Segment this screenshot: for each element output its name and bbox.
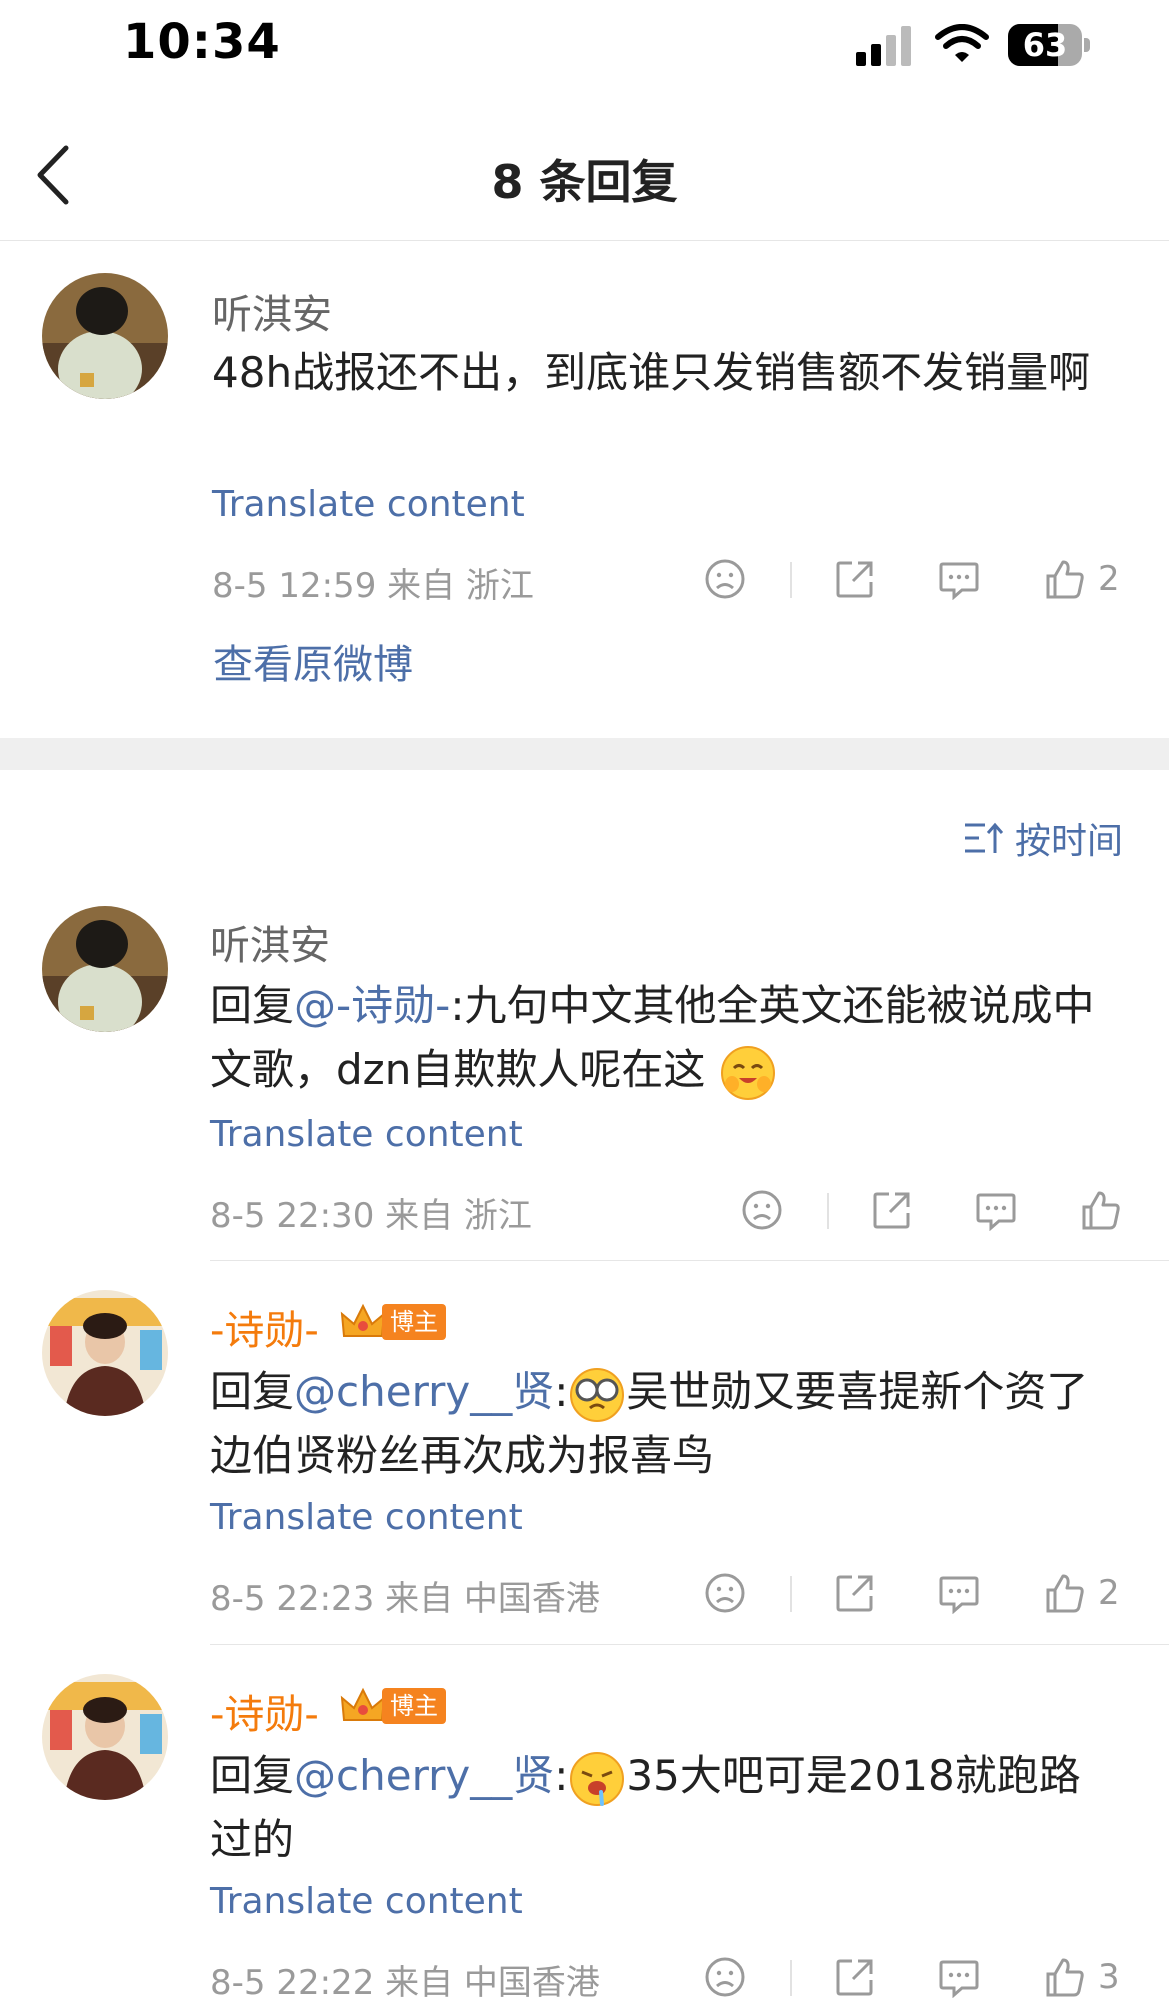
comment-meta: 8-5 22:22 来自 中国香港	[210, 1963, 600, 2003]
action-divider	[790, 1960, 792, 1996]
crown-icon	[340, 1303, 386, 1337]
vip-author-name[interactable]: -诗勋-	[210, 1682, 319, 1740]
comment-meta: 8-5 22:30 来自 浙江	[210, 1196, 532, 1236]
reply-prefix: 回复	[210, 981, 295, 1030]
like-count: 2	[1098, 559, 1120, 599]
reply-prefix: 回复	[210, 1751, 295, 1800]
like-button[interactable]: 2	[1044, 558, 1120, 600]
share-button[interactable]	[834, 1956, 876, 1998]
drooling-face-emoji-icon	[570, 1751, 625, 1806]
reply-text: 回复@cherry__贤: 35大吧可是2018就跑路过的	[210, 1751, 1081, 1864]
like-count: 3	[1098, 1957, 1120, 1997]
badge-label: 博主	[382, 1688, 446, 1724]
happy-face-emoji-icon	[720, 1045, 775, 1100]
view-original-post-link[interactable]: 查看原微博	[213, 632, 413, 690]
vip-author-name[interactable]: -诗勋-	[210, 1298, 319, 1356]
row-divider	[210, 1260, 1169, 1261]
reply-text: 回复@cherry__贤: 吴世勋又要喜提新个资了 边伯贤粉丝再次成为报喜鸟	[210, 1367, 1089, 1480]
translate-link[interactable]: Translate content	[210, 1881, 523, 1922]
mention-link[interactable]: @cherry__贤	[294, 1751, 554, 1800]
thumbs-up-icon	[1046, 1574, 1084, 1613]
crown-icon	[340, 1687, 386, 1721]
like-button[interactable]	[1080, 1189, 1134, 1231]
mention-link[interactable]: @cherry__贤	[294, 1367, 554, 1416]
badge-label: 博主	[382, 1304, 446, 1340]
nav-bar: 8 条回复	[0, 100, 1169, 241]
comment-meta: 8-5 22:23 来自 中国香港	[210, 1579, 600, 1619]
like-button[interactable]: 3	[1044, 1956, 1120, 1998]
action-divider	[790, 562, 792, 598]
reply-prefix: 回复	[210, 1367, 295, 1416]
share-button[interactable]	[834, 558, 876, 600]
share-icon	[873, 1192, 910, 1229]
blogger-badge: 博主	[340, 1686, 446, 1726]
share-button[interactable]	[834, 1572, 876, 1614]
translate-link[interactable]: Translate content	[210, 1114, 523, 1155]
sort-label: 按时间	[1014, 821, 1123, 862]
blogger-badge: 博主	[340, 1302, 446, 1342]
dislike-button[interactable]	[741, 1189, 783, 1231]
avatar[interactable]	[42, 906, 168, 1032]
share-icon	[836, 561, 873, 598]
translate-link[interactable]: Translate content	[212, 484, 525, 525]
row-divider	[210, 1644, 1169, 1645]
comment-meta: 8-5 12:59 来自 浙江	[212, 566, 534, 606]
reply-text: 回复@-诗勋-:九句中文其他全英文还能被说成中文歌，dzn自欺欺人呢在这	[210, 974, 1110, 1102]
comment-icon	[976, 1193, 1016, 1231]
comment-icon	[939, 562, 979, 600]
thumbs-up-icon	[1046, 1958, 1084, 1997]
comment-button[interactable]	[938, 1572, 980, 1614]
dislike-button[interactable]	[704, 1572, 746, 1614]
avatar[interactable]	[42, 1290, 168, 1416]
sort-icon	[964, 822, 1003, 853]
sort-toggle[interactable]: 按时间	[963, 812, 1123, 864]
action-divider	[790, 1576, 792, 1612]
comment-icon	[939, 1576, 979, 1614]
battery-level: 63	[1022, 26, 1068, 64]
status-time: 10:34	[123, 14, 281, 70]
comment-author[interactable]: 听淇安	[210, 913, 330, 971]
translate-link[interactable]: Translate content	[210, 1497, 523, 1538]
mention-link[interactable]: @-诗勋-	[294, 981, 450, 1030]
comment-text: 48h战报还不出，到底谁只发销售额不发销量啊	[212, 348, 1091, 397]
avatar[interactable]	[42, 1674, 168, 1800]
battery-indicator: 63	[1008, 24, 1090, 66]
avatar[interactable]	[42, 273, 168, 399]
action-divider	[827, 1193, 829, 1229]
dislike-button[interactable]	[704, 1956, 746, 1998]
sad-face-icon	[705, 1957, 745, 1997]
like-count: 2	[1098, 1573, 1120, 1613]
dislike-button[interactable]	[704, 558, 746, 600]
sad-face-icon	[705, 559, 745, 599]
page-title: 8 条回复	[491, 155, 678, 209]
status-bar: 10:34 63	[0, 0, 1169, 100]
thumbs-up-icon	[1046, 560, 1084, 599]
glasses-face-emoji-icon	[570, 1367, 625, 1422]
share-icon	[836, 1959, 873, 1996]
share-icon	[836, 1575, 873, 1612]
comment-button[interactable]	[938, 558, 980, 600]
comment-author[interactable]: 听淇安	[212, 282, 332, 340]
comment-button[interactable]	[975, 1189, 1017, 1231]
sad-face-icon	[742, 1190, 782, 1230]
thumbs-up-icon	[1082, 1191, 1120, 1230]
sad-face-icon	[705, 1573, 745, 1613]
comment-icon	[939, 1960, 979, 1998]
section-divider	[0, 738, 1169, 770]
wifi-icon	[935, 24, 989, 62]
like-button[interactable]: 2	[1044, 1572, 1120, 1614]
comment-button[interactable]	[938, 1956, 980, 1998]
cellular-signal-icon	[856, 26, 911, 66]
share-button[interactable]	[871, 1189, 913, 1231]
